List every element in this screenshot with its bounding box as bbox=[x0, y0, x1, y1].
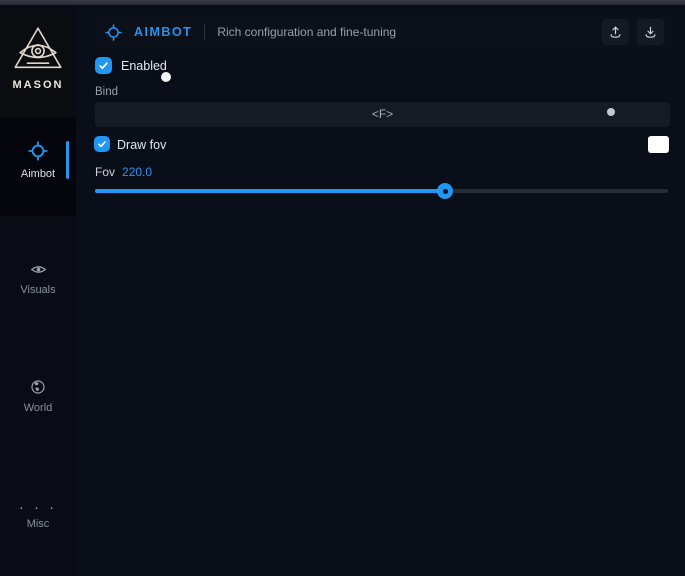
app-window: MASON Aimbot Visuals bbox=[0, 0, 685, 576]
sidebar-item-world[interactable]: World bbox=[0, 371, 76, 431]
bind-input[interactable]: <F> bbox=[95, 102, 670, 127]
sidebar-item-label: Aimbot bbox=[0, 168, 76, 180]
fov-label-row: Fov 220.0 bbox=[95, 165, 152, 179]
header-bar: AIMBOT Rich configuration and fine-tunin… bbox=[95, 14, 670, 50]
fov-value: 220.0 bbox=[122, 165, 152, 179]
bind-label: Bind bbox=[95, 86, 118, 98]
page-subtitle: Rich configuration and fine-tuning bbox=[217, 25, 396, 39]
enabled-label: Enabled bbox=[121, 59, 167, 73]
download-icon bbox=[643, 25, 658, 40]
bind-value: <F> bbox=[372, 107, 393, 121]
mouse-cursor-dot bbox=[161, 72, 171, 82]
sidebar-item-aimbot[interactable]: Aimbot bbox=[0, 118, 76, 216]
export-config-button[interactable] bbox=[602, 19, 629, 45]
sidebar: MASON Aimbot Visuals bbox=[0, 5, 76, 576]
sidebar-item-misc[interactable]: · · · Misc bbox=[0, 489, 76, 549]
check-icon bbox=[98, 60, 109, 71]
fov-slider[interactable] bbox=[95, 183, 668, 198]
import-config-button[interactable] bbox=[637, 19, 664, 45]
check-icon bbox=[97, 139, 107, 149]
draw-fov-label: Draw fov bbox=[117, 138, 166, 152]
sidebar-item-label: World bbox=[0, 402, 76, 414]
fov-slider-fill bbox=[95, 189, 445, 193]
sidebar-item-visuals[interactable]: Visuals bbox=[0, 253, 76, 313]
page-title: AIMBOT bbox=[134, 25, 192, 39]
fov-slider-handle[interactable] bbox=[437, 183, 453, 199]
eye-icon bbox=[0, 261, 76, 283]
ellipsis-icon: · · · bbox=[0, 499, 76, 517]
draw-fov-checkbox[interactable] bbox=[94, 136, 110, 152]
sidebar-item-label: Visuals bbox=[0, 284, 76, 296]
enabled-checkbox[interactable] bbox=[95, 57, 112, 74]
sidebar-item-label: Misc bbox=[0, 518, 76, 530]
top-edge-strip bbox=[0, 0, 685, 5]
globe-icon bbox=[0, 379, 76, 400]
header-divider bbox=[204, 24, 205, 40]
fov-label: Fov bbox=[95, 165, 115, 179]
upload-icon bbox=[608, 25, 623, 40]
active-indicator bbox=[66, 141, 69, 179]
brand-name: MASON bbox=[0, 79, 76, 91]
mason-logo-icon bbox=[12, 25, 64, 77]
brand: MASON bbox=[0, 13, 76, 118]
bind-indicator-dot bbox=[607, 108, 615, 116]
crosshair-icon bbox=[105, 24, 122, 41]
fov-color-swatch[interactable] bbox=[648, 136, 669, 153]
crosshair-icon bbox=[0, 141, 76, 166]
